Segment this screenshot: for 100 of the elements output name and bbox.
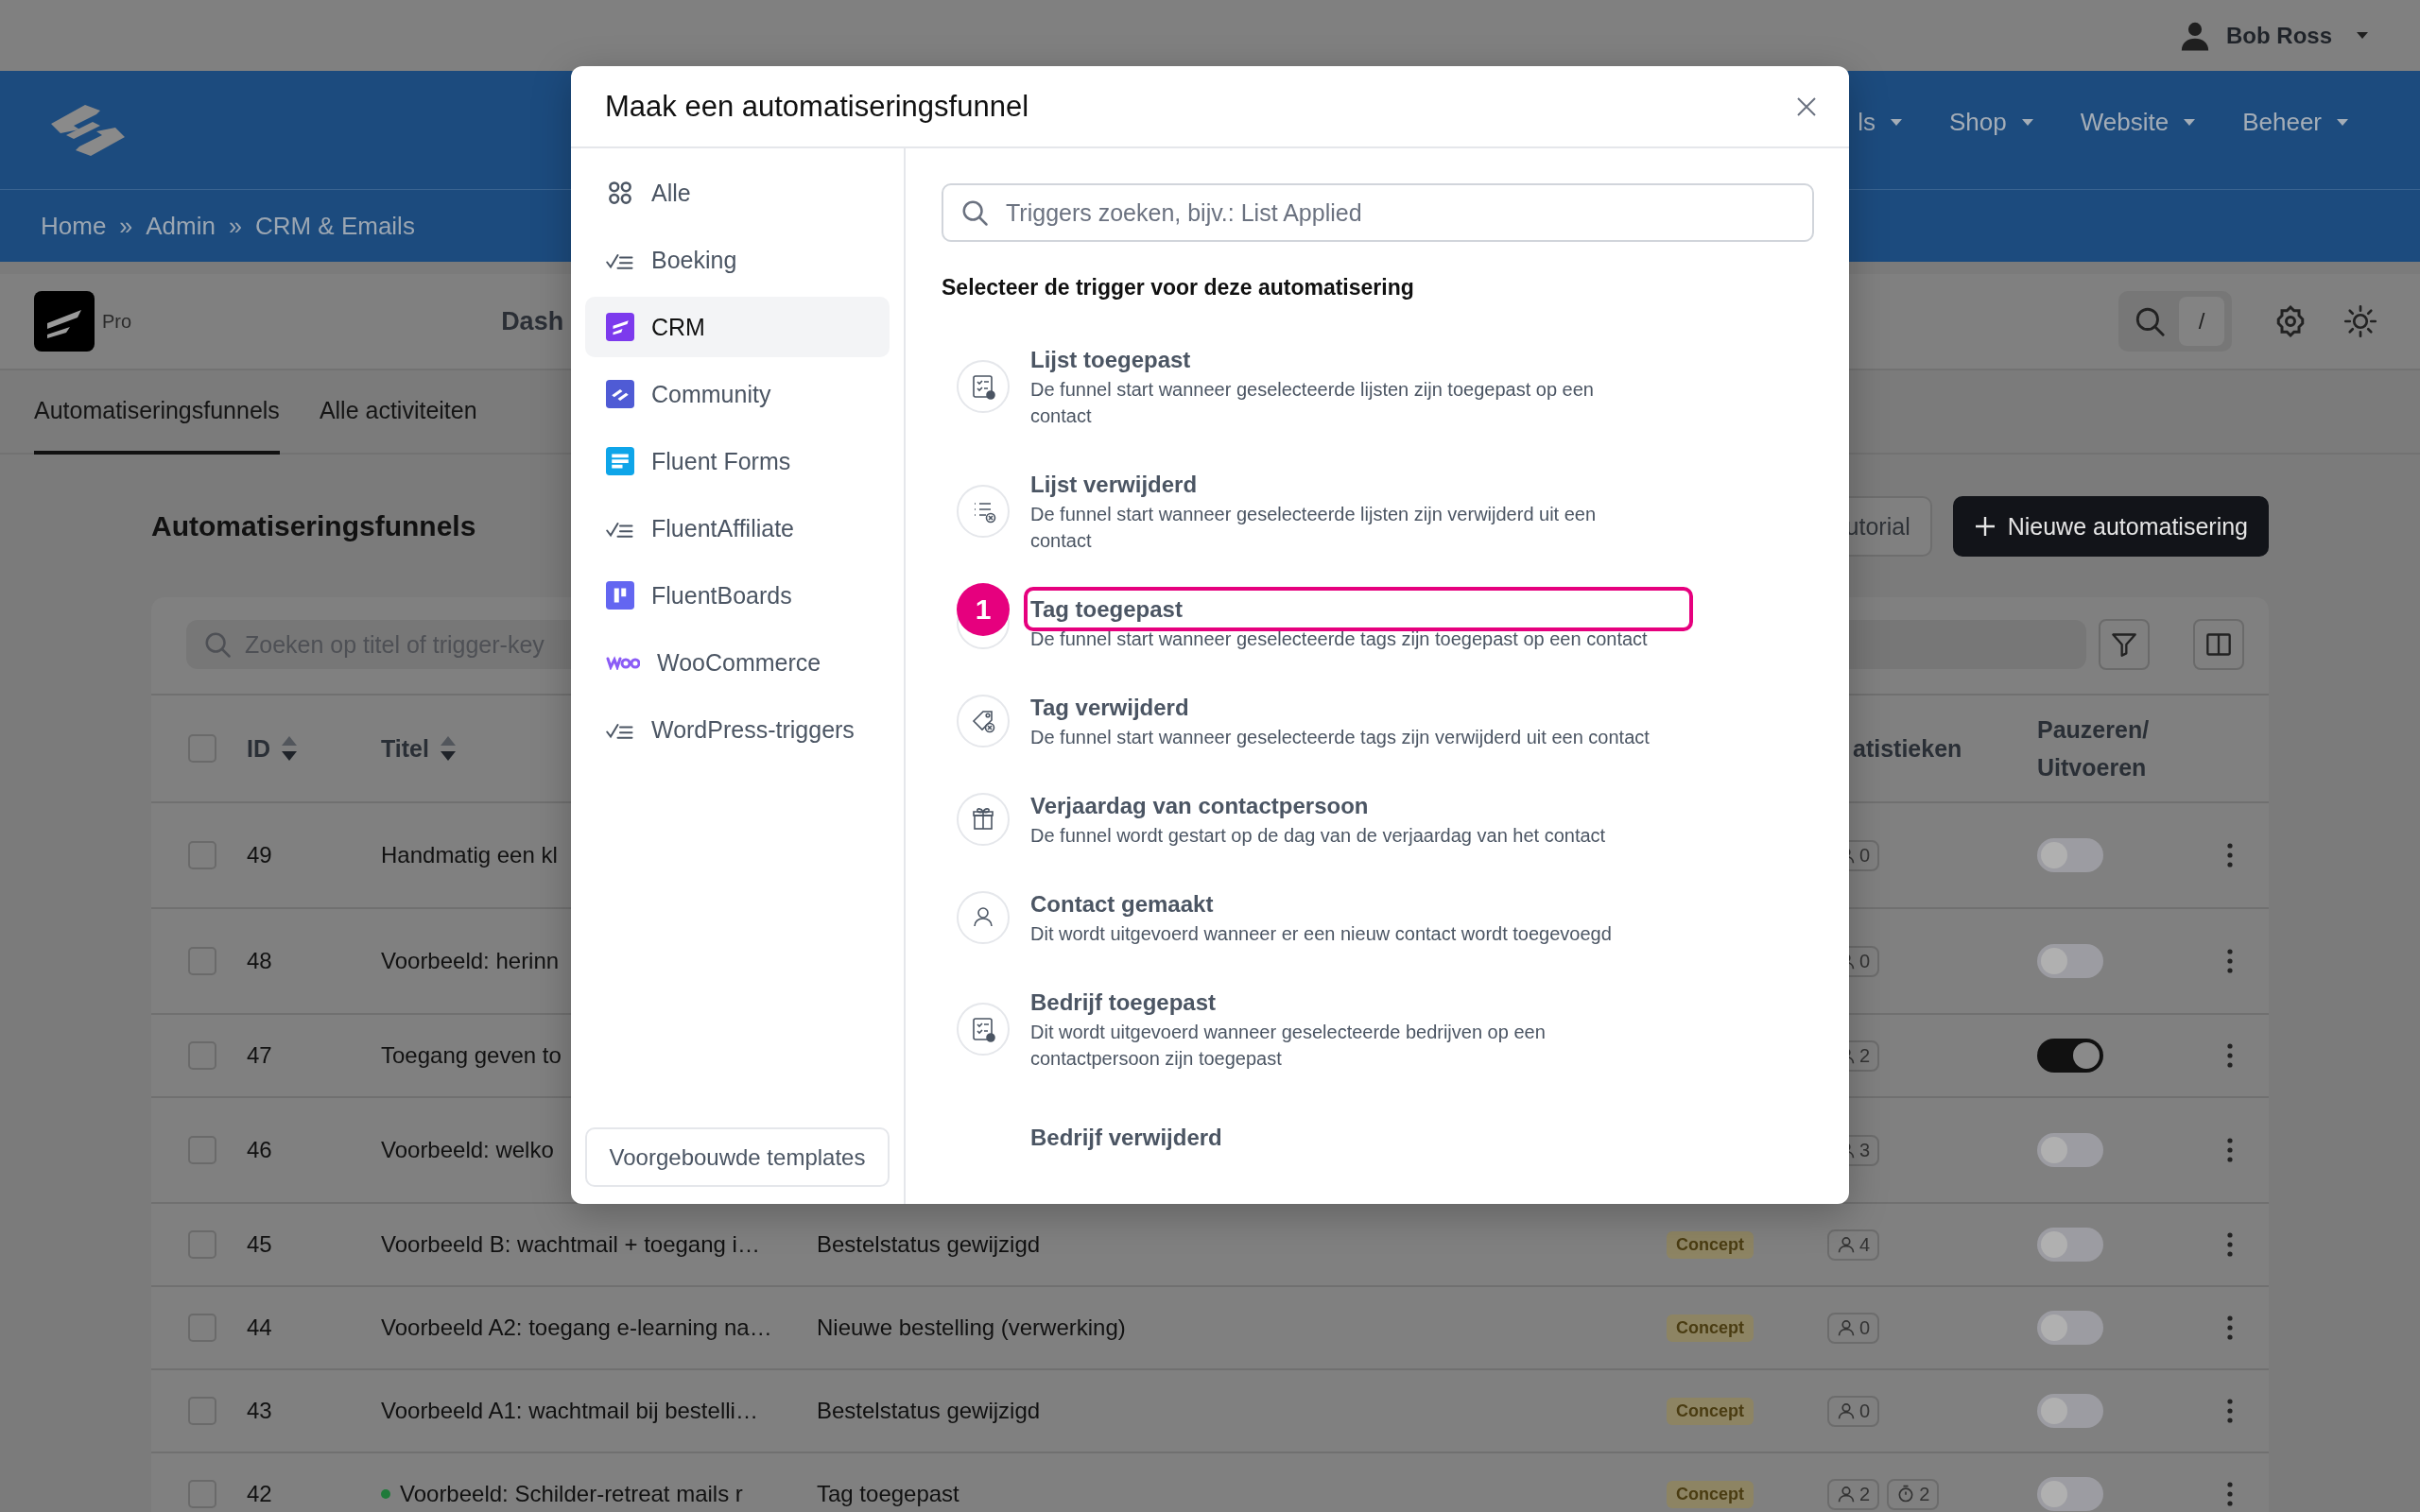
stat-count: 0 — [1859, 1316, 1871, 1339]
funnel-title[interactable]: Toegang geven to — [381, 1042, 562, 1069]
status-tag: Concept — [1667, 1230, 1754, 1259]
sort-icon[interactable] — [282, 736, 297, 761]
trigger-description: De funnel start wanneer geselecteerde tags zijn verwijderd uit een contact — [1030, 726, 1651, 749]
new-automation-button[interactable]: Nieuwe automatisering — [1952, 496, 2269, 557]
category-item[interactable]: Fluent Forms — [585, 431, 890, 491]
trigger-name: Bestelstatus gewijzigd — [817, 1398, 1042, 1424]
plus-icon — [1973, 515, 1996, 538]
breadcrumb-link[interactable]: Home — [41, 211, 107, 241]
toggle-switch[interactable] — [2037, 1039, 2103, 1073]
breadcrumb-separator: » — [228, 212, 242, 240]
step-badge: 1 — [957, 583, 1010, 636]
toggle-switch[interactable] — [2037, 1133, 2103, 1167]
trigger-title[interactable]: Verjaardag van contactpersoon — [1030, 790, 1654, 822]
trigger-title[interactable]: Lijst toegepast — [1030, 344, 1654, 376]
category-item[interactable]: WooCommerce — [585, 632, 890, 693]
sun-icon[interactable] — [2343, 304, 2377, 338]
checklist-icon — [957, 360, 1010, 413]
funnel-title[interactable]: Voorbeeld A2: toegang e-learning na… — [381, 1314, 772, 1341]
sort-icon[interactable] — [440, 736, 456, 761]
funnel-id: 48 — [247, 948, 273, 974]
search-button[interactable]: / — [2118, 291, 2232, 352]
app-logo-icon — [606, 380, 634, 408]
nav-menu-item[interactable]: Beheer — [2242, 108, 2348, 137]
trigger-title[interactable]: Lijst verwijderd — [1030, 469, 1654, 501]
status-tag: Concept — [1667, 1314, 1754, 1342]
search-field[interactable]: Triggers zoeken, bijv.: List Applied — [942, 183, 1814, 242]
toggle-switch[interactable] — [2037, 1477, 2103, 1511]
toggle-switch[interactable] — [2037, 838, 2103, 872]
columns-icon — [2205, 631, 2232, 658]
category-item[interactable]: Alle — [585, 163, 890, 223]
toggle-switch[interactable] — [2037, 1311, 2103, 1345]
funnel-id: 49 — [247, 842, 273, 868]
funnel-id: 44 — [247, 1314, 273, 1341]
breadcrumb-link[interactable]: Admin — [146, 211, 216, 241]
trigger-description: Dit wordt uitgevoerd wanneer geselecteerde bedrijven op een contactpersoon zijn toegepast — [1030, 1021, 1547, 1071]
edition-label: Pro — [102, 310, 132, 333]
trigger-name: Nieuwe bestelling (verwerking) — [817, 1314, 1127, 1341]
column-header: atistieken — [1853, 734, 1962, 763]
list-remove-icon — [957, 485, 1010, 538]
funnel-title[interactable]: Voorbeeld: welko — [381, 1137, 554, 1163]
columns-button[interactable] — [2193, 619, 2244, 670]
funnel-id: 42 — [247, 1481, 273, 1507]
more-icon[interactable] — [2226, 1399, 2234, 1423]
more-icon[interactable] — [2226, 843, 2234, 868]
more-icon[interactable] — [2226, 1315, 2234, 1340]
nav-menu-item[interactable]: Shop — [1948, 108, 2033, 137]
caret-icon — [2357, 31, 2368, 40]
search-icon — [960, 198, 989, 227]
wave-logo-icon — [606, 655, 640, 670]
caret-icon — [2184, 118, 2196, 127]
caret-icon — [1890, 118, 1902, 127]
toggle-switch[interactable] — [2037, 1394, 2103, 1428]
trigger-title[interactable]: Tag verwijderd — [1030, 692, 1654, 724]
funnel-title[interactable]: Voorbeeld: Schilder-retreat mails r — [400, 1481, 743, 1507]
stat-count: 0 — [1859, 950, 1871, 972]
menu-link[interactable]: Dash — [501, 306, 564, 336]
trigger-title[interactable]: Tag toegepast — [1030, 593, 1654, 626]
more-icon[interactable] — [2226, 1138, 2234, 1162]
column-header: Pauzeren/Uitvoeren — [2037, 715, 2151, 782]
category-item[interactable]: FluentBoards — [585, 565, 890, 626]
app-logo-icon[interactable] — [34, 291, 95, 352]
category-item[interactable]: Community — [585, 364, 890, 424]
templates-button[interactable]: Voorgebouwde templates — [585, 1127, 890, 1187]
trigger-title[interactable]: Bedrijf toegepast — [1030, 987, 1654, 1019]
trigger-description: De funnel start wanneer geselecteerde lijsten zijn verwijderd uit een contact — [1030, 503, 1598, 553]
app-logo-icon — [606, 581, 634, 610]
category-item[interactable]: CRM — [585, 297, 890, 357]
trigger-title[interactable]: Contact gemaakt — [1030, 888, 1654, 920]
funnel-id: 43 — [247, 1398, 273, 1424]
user-name[interactable]: Bob Ross — [2226, 22, 2332, 49]
filter-button[interactable] — [2099, 619, 2150, 670]
trigger-description: De funnel start wanneer geselecteerde lijsten zijn toegepast op een contact — [1030, 378, 1595, 428]
funnel-title[interactable]: Voorbeeld: herinn — [381, 948, 560, 974]
caret-icon — [2021, 118, 2033, 127]
category-item[interactable]: WordPress-triggers — [585, 699, 890, 760]
person-icon — [1837, 1318, 1856, 1337]
funnel-title[interactable]: Voorbeeld A1: wachtmail bij bestelli… — [381, 1398, 758, 1424]
nav-menu-item[interactable]: Website — [2080, 108, 2196, 137]
tab[interactable]: Automatiseringsfunnels — [34, 370, 280, 455]
toggle-switch[interactable] — [2037, 1228, 2103, 1262]
more-icon[interactable] — [2226, 1482, 2234, 1506]
tab[interactable]: Alle activiteiten — [319, 370, 477, 455]
category-item[interactable]: Boeking — [585, 230, 890, 290]
toggle-switch[interactable] — [2037, 944, 2103, 978]
funnel-title[interactable]: Voorbeeld B: wachtmail + toegang i… — [381, 1231, 760, 1258]
more-icon[interactable] — [2226, 949, 2234, 973]
trigger-title[interactable]: Bedrijf verwijderd — [1030, 1122, 1654, 1154]
nav-menu-item[interactable]: ls — [1858, 108, 1902, 137]
column-header: Titel — [381, 734, 429, 763]
search-icon — [203, 630, 232, 659]
more-icon[interactable] — [2226, 1232, 2234, 1257]
funnel-title[interactable]: Handmatig een kl — [381, 842, 558, 868]
category-item[interactable]: FluentAffiliate — [585, 498, 890, 558]
breadcrumb-link[interactable]: CRM & Emails — [254, 211, 415, 241]
gift-icon — [957, 793, 1010, 846]
more-icon[interactable] — [2226, 1043, 2234, 1068]
stat-count: 2 — [1859, 1044, 1871, 1067]
close-icon[interactable] — [1796, 95, 1817, 117]
